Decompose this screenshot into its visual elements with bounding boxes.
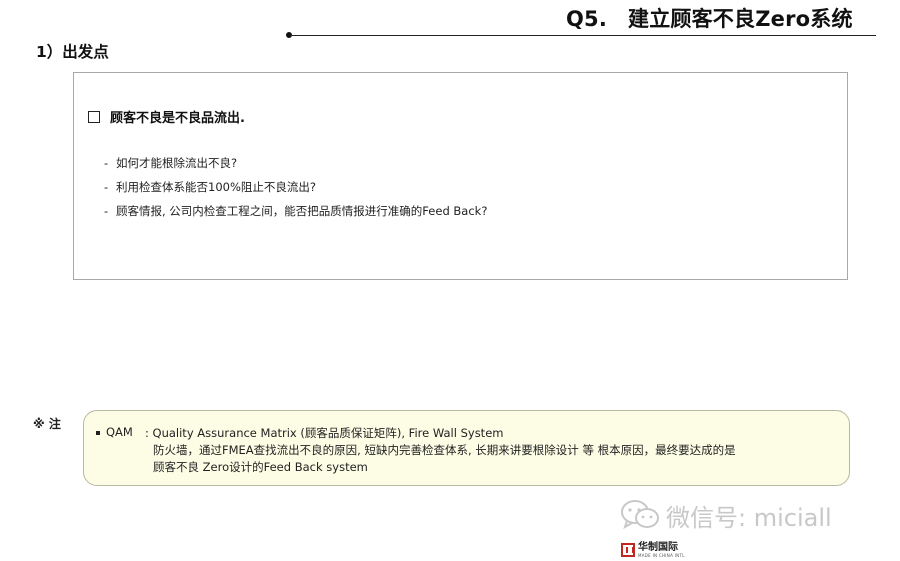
bullet-list: - 如何才能根除流出不良? - 利用检查体系能否100%阻止不良流出? - 顾客情报,… [104, 155, 487, 227]
note-line: : Quality Assurance Matrix (顾客品质保证矩阵), F… [145, 426, 504, 440]
note-label: QAM [106, 425, 133, 439]
wechat-icon [620, 499, 660, 531]
note-bullet-icon [96, 431, 100, 435]
checkbox-icon [88, 111, 100, 123]
note-line: 防火墙，通过FMEA查找流出不良的原因, 短缺内完善检查体系, 长期来讲要根除设… [153, 443, 736, 457]
list-item-text: 顾客情报, 公司内检查工程之间，能否把品质情报进行准确的Feed Back? [116, 204, 488, 218]
brand-logo: 华制国际 MADE IN CHINA INTL [621, 541, 685, 559]
watermark: 微信号: miciall [620, 498, 832, 532]
note-marker: ※ 注 [33, 417, 61, 431]
title-text: 建立顾客不良Zero系统 [628, 7, 853, 31]
page-title: Q5. 建立顾客不良Zero系统 [566, 3, 853, 33]
brand-name: 华制国际 [638, 541, 678, 553]
list-item-text: 利用检查体系能否100%阻止不良流出? [116, 180, 316, 194]
content-box: 顾客不良是不良品流出. - 如何才能根除流出不良? - 利用检查体系能否100%阻止… [73, 72, 848, 280]
list-item-text: 如何才能根除流出不良? [116, 156, 238, 170]
question-number: Q5. [566, 7, 608, 31]
note-box: QAM : Quality Assurance Matrix (顾客品质保证矩阵… [83, 410, 850, 486]
brand-tagline: MADE IN CHINA INTL [638, 552, 685, 558]
list-item: - 如何才能根除流出不良? [104, 156, 238, 170]
list-item: - 利用检查体系能否100%阻止不良流出? [104, 180, 316, 194]
section-heading: 1）出发点 [36, 43, 109, 61]
box-heading-text: 顾客不良是不良品流出. [110, 111, 245, 126]
list-item: - 顾客情报, 公司内检查工程之间，能否把品质情报进行准确的Feed Back? [104, 204, 488, 218]
note-line: 顾客不良 Zero设计的Feed Back system [153, 460, 368, 474]
brand-mark-icon [621, 543, 635, 557]
watermark-text: 微信号: miciall [666, 503, 832, 532]
box-heading: 顾客不良是不良品流出. [88, 107, 245, 126]
title-rule [290, 35, 876, 36]
